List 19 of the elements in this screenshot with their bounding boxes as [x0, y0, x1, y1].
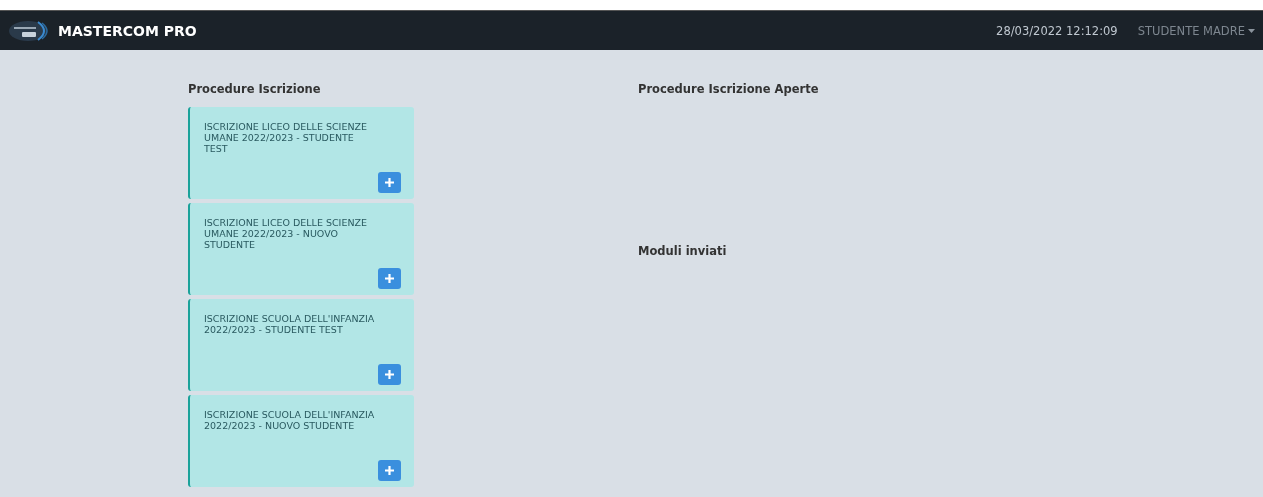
section-title: Procedure Iscrizione: [188, 82, 322, 96]
procedure-title: ISCRIZIONE LICEO DELLE SCIENZE UMANE 2022/2023 - STUDENTE TEST: [204, 121, 369, 154]
procedure-title: ISCRIZIONE LICEO DELLE SCIENZE UMANE 2022/2023 - NUOVO STUDENTE: [204, 217, 369, 250]
plus-icon: [385, 466, 394, 475]
add-button[interactable]: [378, 172, 401, 193]
date-time: 28/03/2022 12:12:09: [996, 23, 1118, 38]
brand-title[interactable]: MASTERCOM PRO: [58, 22, 197, 39]
caret-icon: [1248, 28, 1255, 33]
add-button[interactable]: [378, 268, 401, 289]
procedure-title: ISCRIZIONE SCUOLA DELL'INFANZIA 2022/2023 - NUOVO STUDENTE: [204, 409, 376, 431]
add-button[interactable]: [378, 364, 401, 385]
procedure-title: ISCRIZIONE SCUOLA DELL'INFANZIA 2022/2023 - STUDENTE TEST: [204, 313, 376, 335]
user-menu[interactable]: STUDENTE MADRE: [1137, 23, 1255, 38]
section-title: Procedure Iscrizione Aperte: [638, 82, 819, 96]
plus-icon: [385, 274, 394, 283]
plus-icon: [385, 370, 394, 379]
plus-icon: [385, 178, 394, 187]
section-title: Moduli inviati: [638, 244, 728, 258]
add-button[interactable]: [378, 460, 401, 481]
